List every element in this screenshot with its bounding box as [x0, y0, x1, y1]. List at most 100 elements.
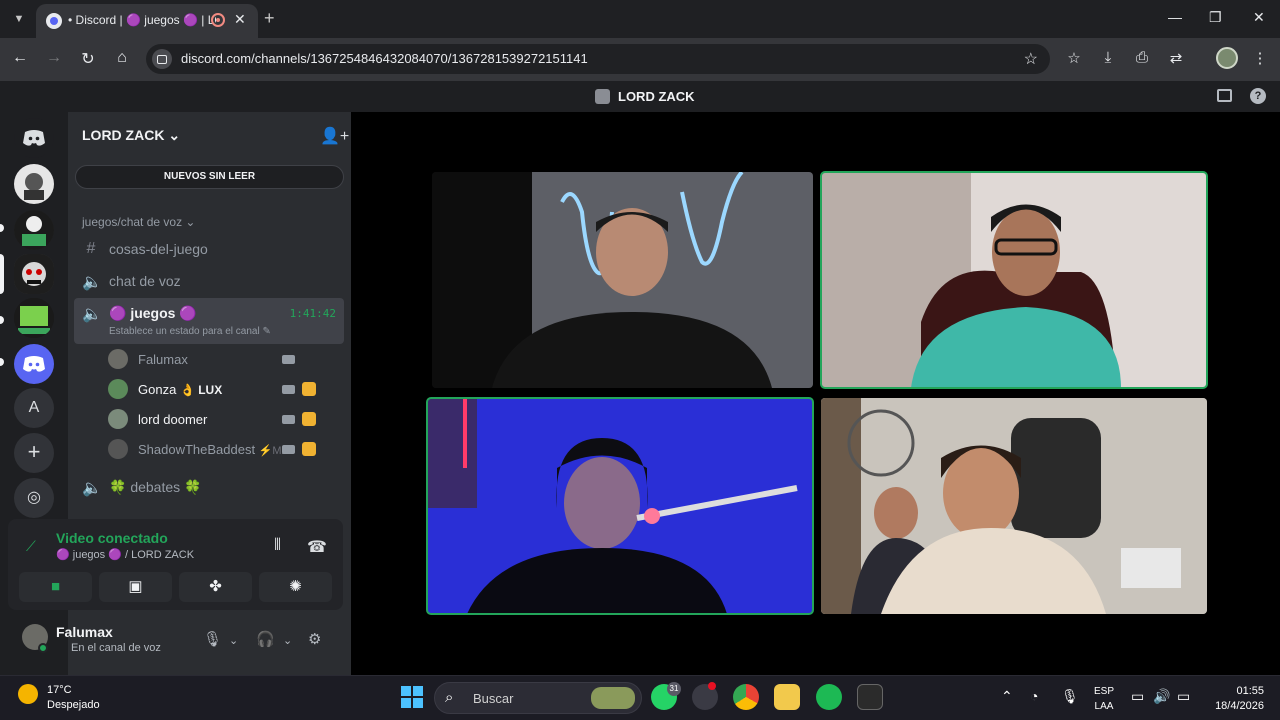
- channel-label: 🍀 debates 🍀: [109, 479, 202, 495]
- camera-toggle-button[interactable]: ■: [19, 572, 92, 602]
- video-feed: [821, 398, 1207, 614]
- print-icon[interactable]: ⎙: [1132, 49, 1152, 66]
- recording-icon: [211, 13, 225, 27]
- spotify-icon[interactable]: [816, 684, 842, 710]
- channel-debates[interactable]: 🔈 🍀 debates 🍀: [74, 472, 344, 502]
- category-header[interactable]: juegos/chat de voz ⌄: [82, 215, 195, 229]
- video-tile-4[interactable]: [821, 398, 1207, 614]
- audio-options-chevron-icon[interactable]: ⌄: [283, 634, 292, 647]
- invite-user-icon[interactable]: 👤+: [320, 126, 349, 146]
- disconnect-icon[interactable]: ☎: [307, 537, 327, 557]
- server-2-icon[interactable]: [14, 210, 54, 250]
- voice-user-gonza[interactable]: Gonza 👌 LUX: [108, 375, 344, 403]
- extensions-star-icon[interactable]: ☆: [1064, 49, 1084, 67]
- taskbar-search[interactable]: ⌕ Buscar: [434, 682, 642, 714]
- discord-title: LORD ZACK: [618, 89, 695, 104]
- text-channel-hash-icon: #: [86, 240, 96, 257]
- voice-user-lord-doomer[interactable]: lord doomer: [108, 405, 344, 433]
- activities-button[interactable]: ✤: [179, 572, 252, 602]
- voice-user-falumax[interactable]: Falumax: [108, 345, 344, 373]
- close-tab-icon[interactable]: ✕: [234, 11, 246, 28]
- tab-title: • Discord | 🟣 juegos 🟣 | LORD ZACK: [68, 13, 216, 27]
- weather-description[interactable]: Despejado: [47, 699, 100, 711]
- video-tile-1[interactable]: [432, 172, 813, 388]
- bookmark-star-icon[interactable]: ☆: [1024, 49, 1038, 69]
- reload-icon[interactable]: ↻: [78, 49, 98, 69]
- weather-temperature[interactable]: 17°C: [47, 684, 72, 696]
- add-server-icon[interactable]: +: [14, 433, 54, 473]
- tray-app-icon[interactable]: ◔: [1030, 688, 1038, 704]
- new-tab-button[interactable]: +: [264, 8, 275, 29]
- video-tile-2[interactable]: [820, 171, 1208, 389]
- home-icon[interactable]: ⌂: [112, 49, 132, 67]
- channel-label: chat de voz: [109, 273, 181, 289]
- unread-pill: [0, 224, 4, 232]
- noise-suppression-icon[interactable]: ⦀: [274, 537, 281, 555]
- server-lord-zack-icon[interactable]: [14, 254, 54, 294]
- call-timer: 1:41:42: [289, 307, 336, 320]
- discord-home-icon[interactable]: [14, 118, 54, 158]
- site-info-icon[interactable]: [152, 49, 172, 69]
- channel-label: 🟣 juegos 🟣: [109, 305, 197, 321]
- browser-tab[interactable]: • Discord | 🟣 juegos 🟣 | LORD ZACK ✕: [36, 4, 258, 38]
- start-windows-icon[interactable]: [401, 686, 423, 708]
- download-icon[interactable]: ⤓: [1098, 49, 1118, 66]
- browser-tab-bar: ▼ • Discord | 🟣 juegos 🟣 | LORD ZACK ✕ +…: [0, 0, 1280, 38]
- voice-speaker-icon: 🔈: [82, 480, 102, 497]
- tray-chevron-up-icon[interactable]: ⌃: [1001, 688, 1013, 705]
- user-name[interactable]: Falumax: [56, 624, 113, 640]
- omnibox[interactable]: discord.com/channels/1367254846432084070…: [146, 44, 1050, 74]
- network-icon[interactable]: ▭: [1131, 688, 1144, 705]
- address-bar: ← → ↻ ⌂ discord.com/channels/13672548464…: [0, 38, 1280, 81]
- soundboard-button[interactable]: ✺: [259, 572, 332, 602]
- gta-game-icon[interactable]: [857, 684, 883, 710]
- back-arrow-icon[interactable]: ←: [10, 49, 30, 67]
- mic-options-chevron-icon[interactable]: ⌄: [229, 634, 238, 647]
- volume-icon[interactable]: 🔊: [1153, 688, 1170, 705]
- weather-moon-icon[interactable]: [18, 684, 38, 704]
- inbox-icon[interactable]: [1217, 89, 1232, 102]
- server-a-icon[interactable]: A: [14, 388, 54, 428]
- server-3-icon[interactable]: [14, 298, 54, 338]
- maximize-icon[interactable]: ❐: [1209, 9, 1222, 26]
- tab-search-chevron-icon[interactable]: ▼: [8, 8, 30, 30]
- unread-button[interactable]: NUEVOS SIN LEER: [75, 165, 344, 189]
- unread-pill: [0, 316, 4, 324]
- file-explorer-icon[interactable]: [774, 684, 800, 710]
- headphones-icon[interactable]: 🎧: [256, 630, 275, 648]
- forward-arrow-icon[interactable]: →: [44, 49, 64, 67]
- discord-title-bar: LORD ZACK ?: [0, 81, 1280, 112]
- channel-status[interactable]: Establece un estado para el canal ✎: [109, 326, 271, 337]
- channel-juegos[interactable]: 🔈 🟣 juegos 🟣 1:41:42 Establece un estado…: [74, 298, 344, 344]
- translate-icon[interactable]: ⇄: [1166, 49, 1186, 67]
- signal-bars-icon[interactable]: ⟋: [26, 538, 36, 555]
- battery-icon[interactable]: ▭: [1177, 688, 1190, 705]
- discover-compass-icon[interactable]: ◎: [14, 478, 54, 518]
- server-1-icon[interactable]: [14, 164, 54, 204]
- menu-kebab-icon[interactable]: ⋮: [1250, 49, 1270, 67]
- language-indicator[interactable]: ESP LAA: [1094, 684, 1114, 714]
- channel-chat-de-voz[interactable]: 🔈 chat de voz: [74, 266, 344, 296]
- voice-status-title[interactable]: Video conectado: [56, 530, 168, 546]
- voice-user-name: lord doomer: [138, 412, 208, 427]
- online-status-icon: [38, 643, 48, 653]
- video-tile-3[interactable]: [426, 397, 814, 615]
- voice-speaker-icon: 🔈: [82, 306, 102, 323]
- window-close-icon[interactable]: ✕: [1253, 9, 1265, 26]
- clock[interactable]: 01:55 18/4/2026: [1208, 684, 1264, 714]
- search-highlight-image: [591, 687, 635, 709]
- screen-share-button[interactable]: ▣: [99, 572, 172, 602]
- avatar: [108, 439, 128, 459]
- guild-header[interactable]: LORD ZACK ⌄ 👤+: [68, 112, 351, 160]
- help-icon[interactable]: ?: [1250, 88, 1266, 104]
- direct-messages-icon[interactable]: [14, 344, 54, 384]
- channel-cosas-del-juego[interactable]: # cosas-del-juego: [74, 234, 344, 264]
- voice-user-shadow[interactable]: ShadowTheBaddest ⚡MZ: [108, 435, 344, 463]
- microphone-icon[interactable]: 🎙: [203, 630, 222, 648]
- profile-avatar[interactable]: [1216, 47, 1238, 69]
- tray-microphone-icon[interactable]: 🎙: [1061, 688, 1079, 705]
- chrome-icon[interactable]: [733, 684, 759, 710]
- minimize-icon[interactable]: —: [1168, 9, 1182, 25]
- settings-gear-icon[interactable]: ⚙: [308, 630, 321, 648]
- voice-status-subtitle[interactable]: 🟣 juegos 🟣 / LORD ZACK: [56, 548, 194, 561]
